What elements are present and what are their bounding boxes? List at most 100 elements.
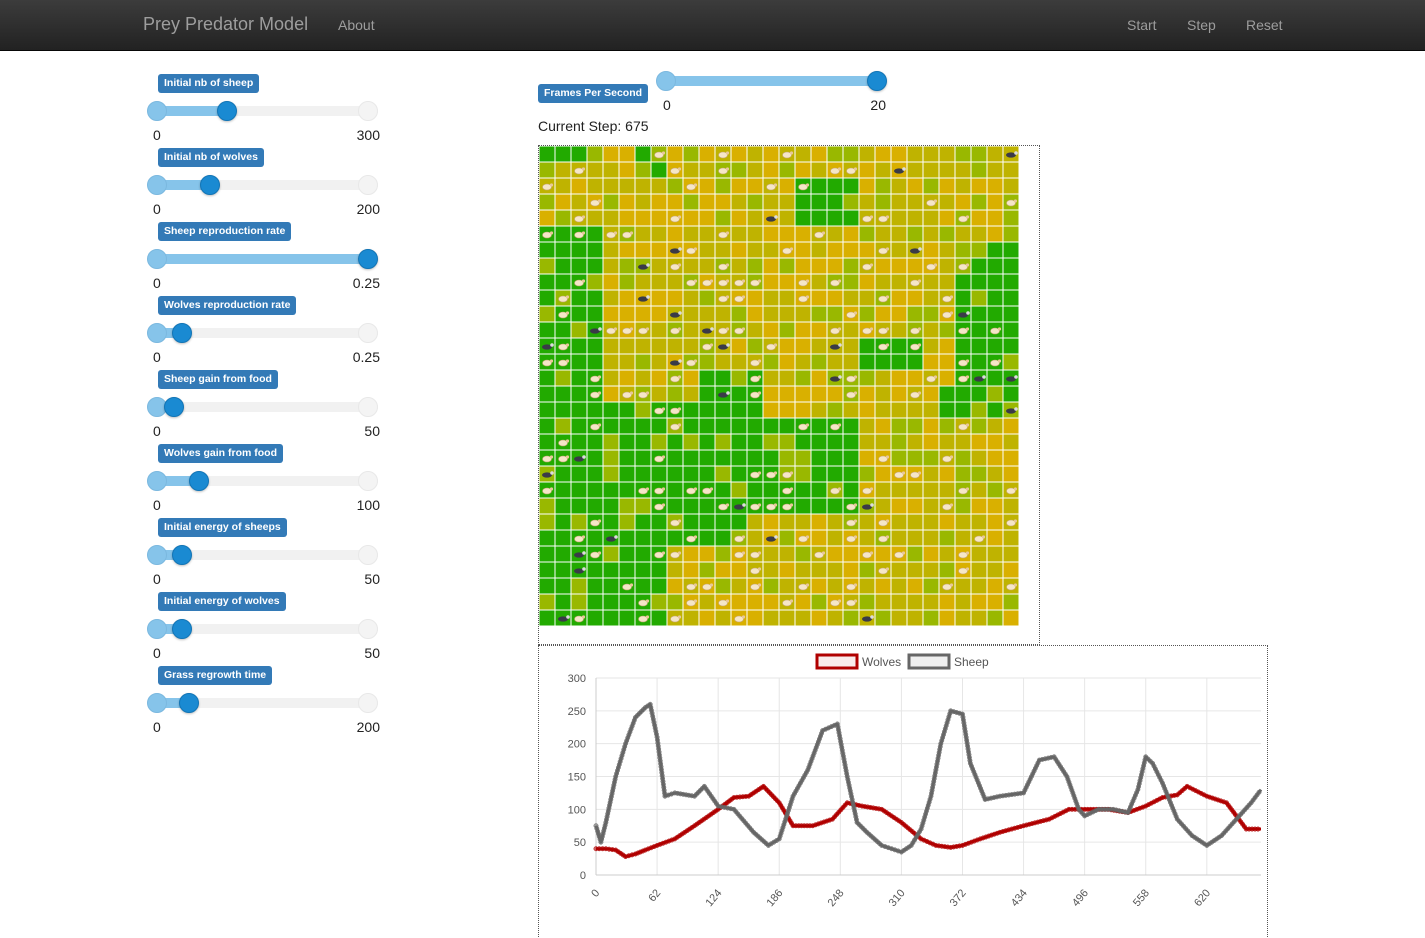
- param-2-slider-track[interactable]: [149, 254, 378, 264]
- grid-cell: [875, 498, 891, 514]
- param-8-slider-max-handle[interactable]: [358, 693, 378, 713]
- grid-cell: [667, 146, 683, 162]
- param-3-slider-handle[interactable]: [172, 323, 193, 343]
- grid-cell: [635, 162, 651, 178]
- param-0-slider-handle[interactable]: [217, 101, 238, 121]
- grid-cell: [827, 610, 843, 626]
- fps-slider-track[interactable]: [658, 76, 886, 86]
- grid-cell: [571, 306, 587, 322]
- grid-cell: [667, 578, 683, 594]
- param-3-slider-max-handle[interactable]: [358, 323, 378, 343]
- grid-cell: [635, 498, 651, 514]
- grid-cell: [715, 370, 731, 386]
- grid-cell: [875, 610, 891, 626]
- grid-cell: [923, 610, 939, 626]
- grid-cell: [1003, 354, 1019, 370]
- param-5-slider-track[interactable]: [149, 476, 378, 486]
- grid-cell: [587, 306, 603, 322]
- grid-cell: [811, 610, 827, 626]
- grid-cell: [827, 578, 843, 594]
- param-0-slider-track[interactable]: [149, 106, 378, 116]
- grid-canvas[interactable]: [539, 146, 1039, 646]
- grid-cell: [715, 306, 731, 322]
- param-1-slider-track[interactable]: [149, 180, 378, 190]
- param-3-slider-min-handle[interactable]: [147, 323, 167, 343]
- grid-cell: [891, 242, 907, 258]
- param-7-slider-max-handle[interactable]: [358, 619, 378, 639]
- grid-cell: [587, 226, 603, 242]
- y-tick-label: 200: [568, 739, 586, 751]
- param-5-slider-handle[interactable]: [189, 471, 210, 491]
- grid-cell: [1003, 594, 1019, 610]
- grid-cell: [603, 402, 619, 418]
- grid-cell: [747, 210, 763, 226]
- grid-cell: [987, 530, 1003, 546]
- param-1-slider-handle[interactable]: [199, 175, 220, 195]
- grid-cell: [587, 530, 603, 546]
- grid-cell: [603, 370, 619, 386]
- grid-cell: [971, 498, 987, 514]
- grid-cell: [747, 610, 763, 626]
- grid-cell: [571, 258, 587, 274]
- simulation-grid[interactable]: [538, 145, 1040, 645]
- grid-cell: [987, 466, 1003, 482]
- grid-cell: [811, 146, 827, 162]
- grid-cell: [731, 354, 747, 370]
- x-tick-label: 248: [826, 887, 847, 909]
- grid-cell: [571, 498, 587, 514]
- param-6-slider-handle[interactable]: [172, 545, 193, 565]
- grid-cell: [683, 162, 699, 178]
- param-7-slider-min-handle[interactable]: [147, 619, 167, 639]
- param-2-slider-handle[interactable]: [358, 249, 378, 269]
- param-7-slider-handle[interactable]: [172, 619, 193, 639]
- brand-title[interactable]: Prey Predator Model: [143, 14, 308, 35]
- grid-cell: [683, 562, 699, 578]
- grid-cell: [907, 162, 923, 178]
- fps-slider-min-handle[interactable]: [656, 71, 676, 91]
- grid-cell: [667, 562, 683, 578]
- reset-button[interactable]: Reset: [1246, 17, 1283, 33]
- grid-cell: [875, 434, 891, 450]
- param-5-slider-min-handle[interactable]: [147, 471, 167, 491]
- param-2-slider-min-handle[interactable]: [147, 249, 167, 269]
- param-8-slider-handle[interactable]: [178, 693, 199, 713]
- grid-cell: [587, 578, 603, 594]
- param-6-slider-min-handle[interactable]: [147, 545, 167, 565]
- step-button[interactable]: Step: [1187, 17, 1216, 33]
- grid-cell: [747, 146, 763, 162]
- param-5-slider-max-handle[interactable]: [358, 471, 378, 491]
- about-link[interactable]: About: [338, 17, 375, 33]
- grid-cell: [971, 450, 987, 466]
- grid-cell: [619, 434, 635, 450]
- grid-cell: [683, 402, 699, 418]
- grid-cell: [747, 338, 763, 354]
- grid-cell: [779, 546, 795, 562]
- grid-cell: [651, 594, 667, 610]
- param-4-slider-handle[interactable]: [163, 397, 184, 417]
- grid-cell: [603, 386, 619, 402]
- grid-cell: [987, 514, 1003, 530]
- grid-cell: [779, 354, 795, 370]
- grid-cell: [619, 466, 635, 482]
- start-button[interactable]: Start: [1127, 17, 1157, 33]
- param-6-slider-max-handle[interactable]: [358, 545, 378, 565]
- grid-cell: [763, 610, 779, 626]
- param-1-slider-max-handle[interactable]: [358, 175, 378, 195]
- grid-cell: [539, 434, 555, 450]
- grid-cell: [907, 354, 923, 370]
- grid-cell: [891, 274, 907, 290]
- population-chart: Wolves Sheep 0 50 100 150 200 250 300 0 62 124 186 24…: [538, 645, 1268, 937]
- grid-cell: [587, 146, 603, 162]
- param-1-slider-min-handle[interactable]: [147, 175, 167, 195]
- param-4-slider-max-handle[interactable]: [358, 397, 378, 417]
- grid-cell: [747, 258, 763, 274]
- fps-slider-handle[interactable]: [867, 71, 887, 91]
- grid-cell: [779, 178, 795, 194]
- grid-cell: [619, 178, 635, 194]
- param-0-slider-min-handle[interactable]: [147, 101, 167, 121]
- grid-cell: [731, 578, 747, 594]
- param-8-slider-min-handle[interactable]: [147, 693, 167, 713]
- param-0-slider-max-handle[interactable]: [358, 101, 378, 121]
- grid-cell: [971, 610, 987, 626]
- grid-cell: [971, 274, 987, 290]
